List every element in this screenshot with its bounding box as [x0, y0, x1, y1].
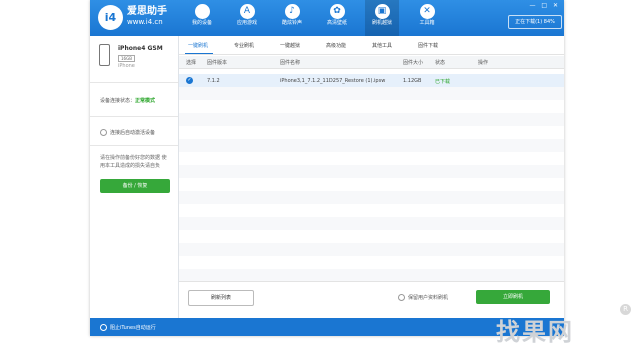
- box-icon: ▣: [374, 4, 390, 19]
- sidebar: iPhone4 GSM 16GB iPhone 设备连接状态：正常模式 连接后自…: [90, 36, 179, 318]
- keep-data-option[interactable]: 保留用户资料刷机: [398, 294, 448, 301]
- tab-jailbreak[interactable]: 一键越狱: [280, 42, 300, 49]
- app-store-icon: A: [239, 4, 255, 19]
- empty-row: [179, 217, 564, 230]
- check-circle-icon: [100, 324, 107, 331]
- tab-other-tools[interactable]: 其他工具: [372, 42, 392, 49]
- auto-activate-option[interactable]: 连接后自动激活设备: [100, 129, 155, 136]
- connection-value: 正常模式: [135, 98, 156, 104]
- tab-one-click-flash[interactable]: 一键刷机: [188, 42, 208, 49]
- empty-row: [179, 230, 564, 243]
- empty-row: [179, 100, 564, 113]
- refresh-list-button[interactable]: 刷新列表: [188, 290, 254, 306]
- nav-label: 应用游戏: [236, 20, 257, 26]
- nav-label: 酷炫铃声: [281, 20, 302, 26]
- empty-row: [179, 139, 564, 152]
- empty-row: [179, 243, 564, 256]
- device-capacity-badge: 16GB: [118, 55, 135, 62]
- phone-icon: [99, 44, 110, 66]
- empty-row: [179, 113, 564, 126]
- empty-row: [179, 152, 564, 165]
- tab-pro-flash[interactable]: 专业刷机: [234, 42, 254, 49]
- col-size: 固件大小: [403, 60, 424, 66]
- wallpaper-icon: ✿: [329, 4, 345, 19]
- nav-item-wallpapers[interactable]: ✿ 高清壁纸: [320, 0, 354, 36]
- tab-firmware-download[interactable]: 固件下载: [418, 42, 438, 49]
- tab-advanced[interactable]: 高级功能: [326, 42, 346, 49]
- tools-icon: ✕: [419, 4, 435, 19]
- auto-activate-label: 连接后自动激活设备: [110, 130, 156, 136]
- table-row[interactable]: ✓ 7.1.2 iPhone3,1_7.1.2_11D257_Restore (…: [179, 74, 564, 87]
- radio-icon[interactable]: [100, 129, 107, 136]
- empty-row: [179, 126, 564, 139]
- tab-bar: 一键刷机 专业刷机 一键越狱 高级功能 其他工具 固件下载: [179, 36, 564, 55]
- block-itunes-option[interactable]: 阻止iTunes自动运行: [100, 324, 156, 331]
- nav-item-apps[interactable]: A 应用游戏: [230, 0, 264, 36]
- divider: [90, 116, 178, 117]
- nav-item-ringtones[interactable]: ♪ 酷炫铃声: [275, 0, 309, 36]
- brand: 爱思助手 www.i4.cn: [127, 6, 167, 27]
- check-icon[interactable]: ✓: [186, 77, 193, 84]
- divider: [90, 145, 178, 146]
- active-tab-indicator: [185, 53, 213, 54]
- nav-item-flash[interactable]: ▣ 刷机越狱: [365, 0, 399, 36]
- firmware-status: 已下载: [435, 79, 451, 85]
- nav-item-my-device[interactable]: 我的设备: [185, 0, 219, 36]
- flash-now-button[interactable]: 立即刷机: [476, 290, 550, 304]
- empty-row: [179, 256, 564, 269]
- bell-icon: ♪: [284, 4, 300, 19]
- status-bar: 阻止iTunes自动运行: [90, 318, 564, 336]
- connection-status: 设备连接状态：正常模式: [100, 97, 155, 104]
- nav-label: 工具箱: [419, 20, 435, 26]
- main-nav: 我的设备 A 应用游戏 ♪ 酷炫铃声 ✿ 高清壁纸 ▣ 刷机越狱 ✕ 工具箱: [185, 0, 455, 36]
- watermark: 找果网: [496, 317, 574, 346]
- app-name: 爱思助手: [127, 6, 167, 17]
- window-controls[interactable]: — □ ✕: [529, 2, 560, 9]
- col-name: 固件名称: [280, 60, 301, 66]
- divider: [90, 82, 178, 83]
- col-select: 选择: [186, 60, 197, 66]
- block-itunes-label: 阻止iTunes自动运行: [110, 325, 156, 331]
- app-url: www.i4.cn: [127, 18, 163, 26]
- col-version: 固件版本: [207, 60, 228, 66]
- nav-item-tools[interactable]: ✕ 工具箱: [410, 0, 444, 36]
- main-content: 一键刷机 专业刷机 一键越狱 高级功能 其他工具 固件下载 选择 固件版本 固件…: [179, 36, 564, 318]
- backup-restore-button[interactable]: 备份 / 恢复: [100, 179, 170, 193]
- registered-badge: R: [620, 304, 631, 315]
- firmware-version: 7.1.2: [207, 78, 220, 84]
- device-type: iPhone: [118, 63, 135, 69]
- app-window: i4 爱思助手 www.i4.cn 我的设备 A 应用游戏 ♪ 酷炫铃声 ✿ 高…: [90, 0, 564, 336]
- device-name: iPhone4 GSM: [118, 45, 163, 52]
- empty-row: [179, 191, 564, 204]
- col-action: 操作: [478, 60, 489, 66]
- nav-label: 刷机越狱: [371, 20, 392, 26]
- nav-label: 我的设备: [191, 20, 212, 26]
- keep-data-label: 保留用户资料刷机: [408, 295, 449, 301]
- top-bar: i4 爱思助手 www.i4.cn 我的设备 A 应用游戏 ♪ 酷炫铃声 ✿ 高…: [90, 0, 564, 36]
- connection-label: 设备连接状态：: [100, 98, 136, 104]
- app-logo: i4: [98, 5, 123, 30]
- col-status: 状态: [435, 60, 446, 66]
- footer-divider: [179, 281, 564, 282]
- firmware-size: 1.12GB: [403, 78, 422, 84]
- radio-icon[interactable]: [398, 294, 405, 301]
- apple-icon: [194, 4, 210, 19]
- backup-note: 请在操作前备份好您的数据 使用本工具造成的损失请自负: [100, 155, 167, 169]
- firmware-name: iPhone3,1_7.1.2_11D257_Restore (1).ipsw: [280, 78, 386, 84]
- nav-label: 高清壁纸: [326, 20, 347, 26]
- empty-row: [179, 204, 564, 217]
- table-header: 选择 固件版本 固件名称 固件大小 状态 操作: [179, 56, 564, 69]
- empty-row: [179, 165, 564, 178]
- empty-row: [179, 87, 564, 100]
- download-progress-button[interactable]: 正在下载(1) 84%: [508, 15, 562, 29]
- empty-row: [179, 178, 564, 191]
